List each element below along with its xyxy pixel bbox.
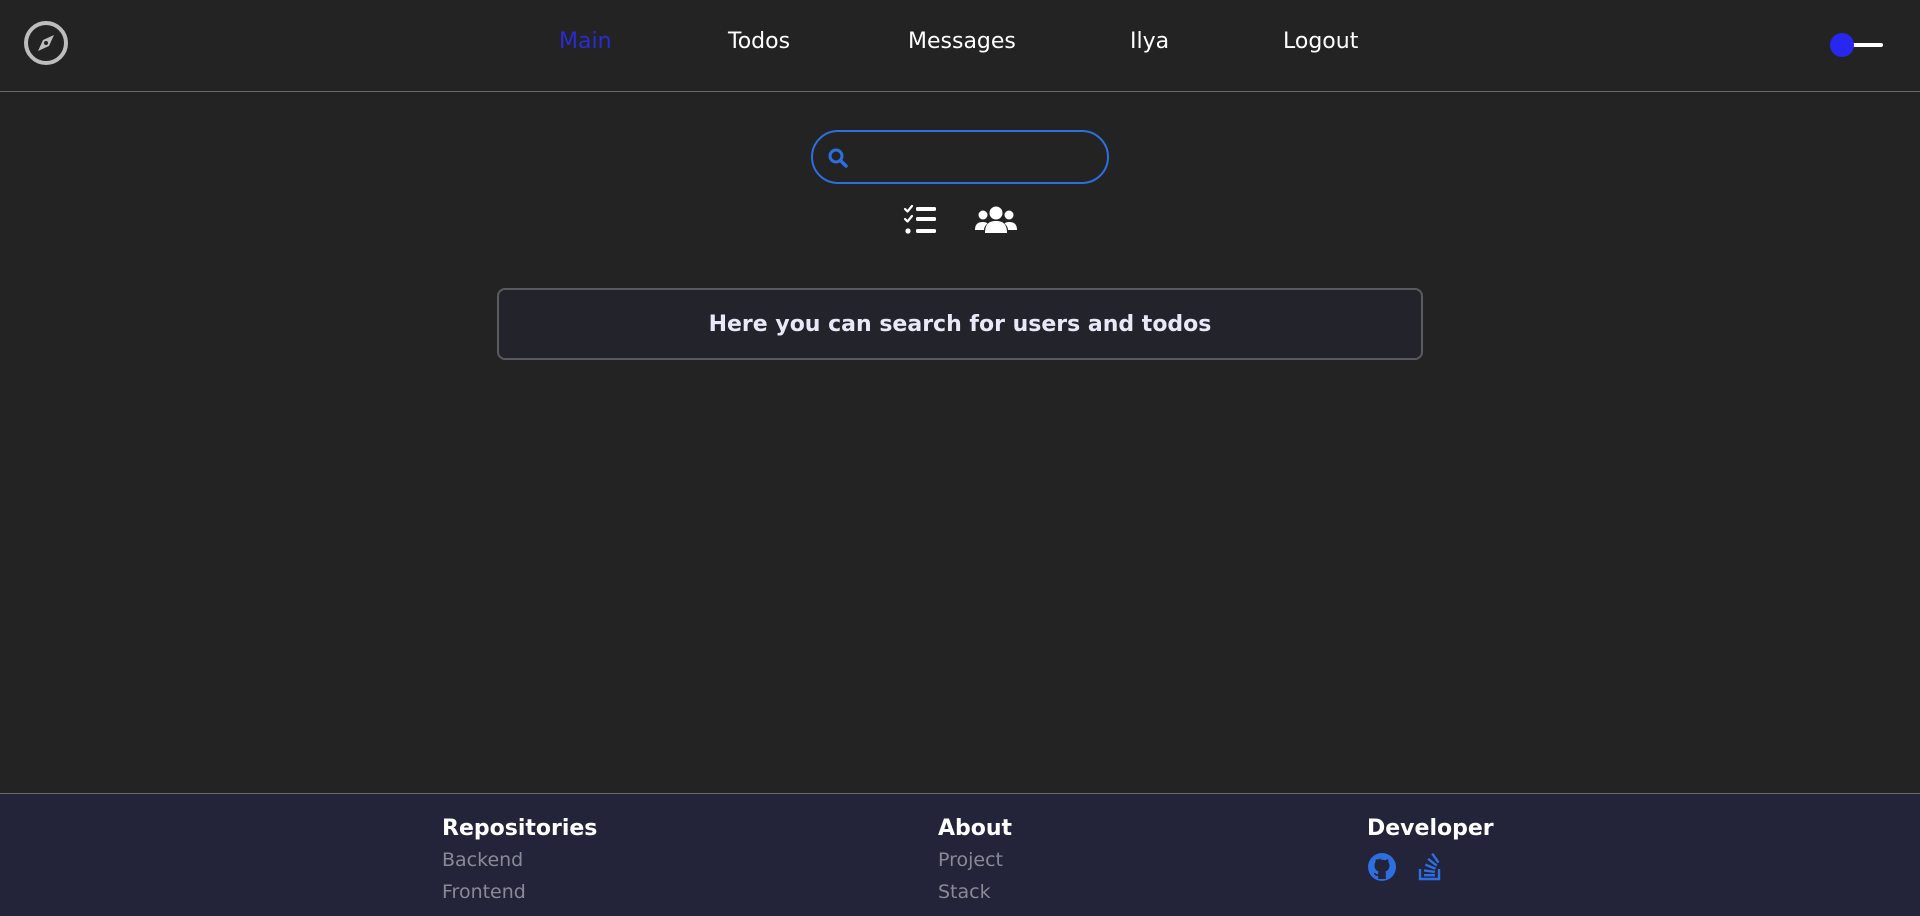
footer-link-frontend[interactable]: Frontend — [442, 876, 597, 908]
footer-repositories: Repositories Backend Frontend — [442, 814, 597, 908]
footer-heading-repositories: Repositories — [442, 816, 598, 841]
nav-logout-link[interactable]: Logout — [1283, 28, 1358, 56]
toggle-track — [1850, 43, 1883, 47]
info-panel: Here you can search for users and todos — [497, 288, 1423, 360]
toggle-knob — [1830, 33, 1854, 57]
info-message: Here you can search for users and todos — [708, 311, 1212, 337]
search-input[interactable] — [857, 138, 1097, 176]
footer: Repositories Backend Frontend About Proj… — [0, 793, 1920, 916]
stackoverflow-icon[interactable] — [1415, 852, 1445, 882]
users-icon[interactable] — [975, 203, 1017, 237]
footer-link-project[interactable]: Project — [938, 844, 1012, 876]
developer-links — [1367, 852, 1494, 882]
footer-link-stack[interactable]: Stack — [938, 876, 1012, 908]
search-box — [811, 130, 1109, 184]
github-icon[interactable] — [1367, 852, 1397, 882]
footer-heading-about: About — [938, 816, 1013, 841]
search-icon — [827, 147, 849, 169]
nav-todos-link[interactable]: Todos — [728, 28, 790, 56]
footer-link-backend[interactable]: Backend — [442, 844, 597, 876]
top-navbar: Main Todos Messages Ilya Logout — [0, 0, 1920, 92]
footer-heading-developer: Developer — [1367, 816, 1494, 841]
checklist-icon[interactable] — [903, 203, 937, 237]
nav-main-link[interactable]: Main — [559, 28, 612, 56]
footer-about: About Project Stack — [938, 814, 1012, 908]
footer-developer: Developer — [1367, 814, 1494, 882]
nav-messages-link[interactable]: Messages — [908, 28, 1016, 56]
compass-icon[interactable] — [22, 19, 70, 67]
nav-user-link[interactable]: Ilya — [1130, 28, 1169, 56]
theme-toggle[interactable] — [1830, 33, 1885, 57]
